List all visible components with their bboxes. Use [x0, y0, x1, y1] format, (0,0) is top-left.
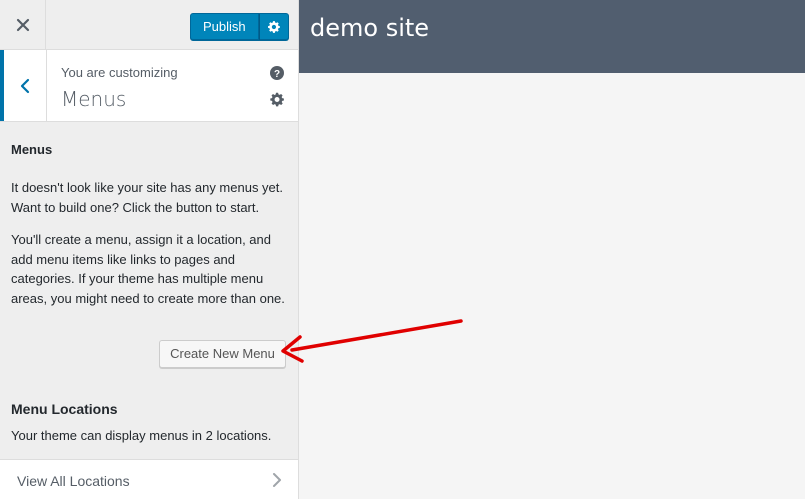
- site-title[interactable]: demo site: [310, 14, 429, 42]
- customizer-topbar: Publish: [0, 0, 298, 50]
- no-menus-message: It doesn't look like your site has any m…: [11, 180, 284, 215]
- publish-settings-button[interactable]: [258, 13, 289, 41]
- section-title: Menus: [61, 87, 127, 111]
- back-arrow-icon: [20, 78, 30, 93]
- menu-locations-heading: Menu Locations: [11, 401, 118, 417]
- section-header: You are customizing Menus: [0, 50, 298, 122]
- close-customizer-button[interactable]: [0, 0, 46, 50]
- publish-button[interactable]: Publish: [190, 13, 259, 41]
- back-button[interactable]: [0, 50, 47, 121]
- gear-icon[interactable]: [270, 92, 285, 107]
- view-all-locations-button[interactable]: View All Locations: [0, 459, 298, 499]
- customizing-label: You are customizing: [61, 65, 178, 80]
- create-new-menu-button[interactable]: Create New Menu: [159, 340, 286, 368]
- site-header: demo site: [299, 0, 805, 73]
- publish-group: Publish: [190, 13, 289, 41]
- svg-text:?: ?: [274, 69, 280, 80]
- help-icon[interactable]: ?: [270, 66, 284, 80]
- gear-icon: [267, 21, 280, 33]
- panel-heading: Menus: [11, 142, 53, 157]
- menu-locations-description: Your theme can display menus in 2 locati…: [11, 428, 272, 443]
- menus-help-text: You'll create a menu, assign it a locati…: [11, 232, 285, 306]
- customizer-sidebar: Publish You are customizing Menus ? Menu…: [0, 0, 299, 499]
- site-preview: demo site: [299, 0, 805, 499]
- chevron-right-icon: [273, 473, 281, 487]
- view-all-locations-label: View All Locations: [17, 473, 130, 489]
- close-icon: [16, 18, 29, 32]
